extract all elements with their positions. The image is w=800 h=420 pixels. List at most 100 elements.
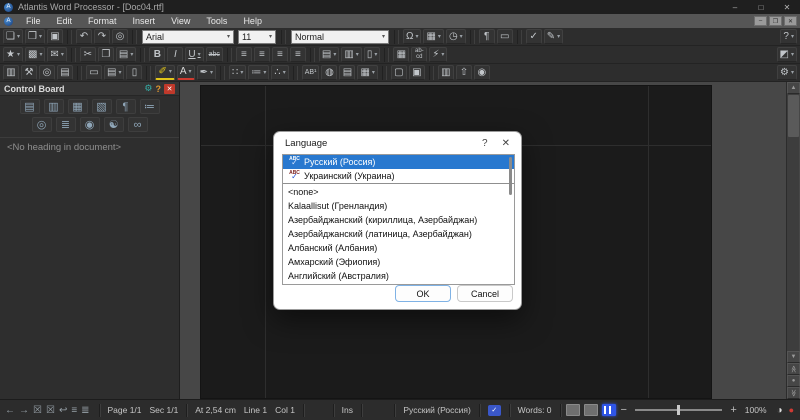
- help-button[interactable]: ?: [780, 29, 797, 44]
- document-backup-button[interactable]: ▯: [363, 47, 381, 62]
- search-pane-button[interactable]: ◉: [79, 117, 100, 132]
- undo-button[interactable]: ↶: [75, 29, 92, 44]
- page-setup-button[interactable]: ▤: [104, 65, 125, 80]
- bold-button[interactable]: B: [149, 47, 166, 62]
- online-view-button[interactable]: [584, 404, 599, 416]
- dialog-close-icon[interactable]: ✕: [502, 138, 510, 149]
- strikethrough-button[interactable]: abc: [205, 47, 223, 62]
- menu-format[interactable]: Format: [80, 14, 125, 28]
- bookmarks-pane-button[interactable]: ▧: [91, 99, 112, 114]
- cut-button[interactable]: ✂: [79, 47, 96, 62]
- vertical-scrollbar[interactable]: ▲ ▼ ≪ ● ≫: [786, 82, 800, 399]
- headings-pane-button[interactable]: ▤: [19, 99, 40, 114]
- language-list-item[interactable]: Амхарский (Эфиопия): [283, 255, 514, 269]
- menu-file[interactable]: File: [18, 14, 49, 28]
- underline-button[interactable]: U: [185, 47, 204, 62]
- mdi-restore-button[interactable]: ❐: [769, 16, 782, 26]
- paste-button[interactable]: ▤: [115, 47, 137, 62]
- save-special-button[interactable]: ▩: [24, 47, 46, 62]
- page-layout-view-button[interactable]: [602, 404, 617, 416]
- print-copy-button[interactable]: ▦: [393, 47, 410, 62]
- paragraph-pane-button[interactable]: ≣: [55, 117, 76, 132]
- mdi-close-button[interactable]: ✕: [784, 16, 797, 26]
- language-list-item[interactable]: Албанский (Албания): [283, 241, 514, 255]
- goto-start-icon[interactable]: ≡: [71, 405, 77, 416]
- draft-view-button[interactable]: [566, 404, 581, 416]
- full-screen-button[interactable]: ▭: [496, 29, 513, 44]
- find-button[interactable]: ◎: [111, 29, 128, 44]
- language-tools-button[interactable]: ✎: [543, 29, 564, 44]
- nav-forward-icon[interactable]: →: [19, 405, 29, 416]
- dialog-help-icon[interactable]: ?: [482, 138, 488, 149]
- new-document-button[interactable]: ❏: [3, 29, 23, 44]
- italic-button[interactable]: I: [167, 47, 184, 62]
- numbering-button[interactable]: ≔: [248, 65, 270, 80]
- panel-help-icon[interactable]: ?: [156, 84, 162, 94]
- scrollbar-thumb[interactable]: [788, 95, 799, 137]
- panel-settings-icon[interactable]: ⚙: [144, 83, 152, 94]
- hyphenation-button[interactable]: ab- cd: [411, 47, 428, 62]
- align-center-button[interactable]: ≡: [253, 47, 270, 62]
- footnote-button[interactable]: AB¹: [301, 65, 320, 80]
- insert-symbol-button[interactable]: Ω: [402, 29, 422, 44]
- font-size-combo[interactable]: 11: [237, 29, 276, 44]
- spellcheck-button[interactable]: ✓: [525, 29, 542, 44]
- bullets-button[interactable]: ∷: [228, 65, 247, 80]
- zoom-in-icon[interactable]: +: [728, 404, 738, 416]
- browse-object-icon[interactable]: ●: [787, 375, 800, 387]
- columns-button[interactable]: ▥: [437, 65, 454, 80]
- spellcheck-indicator-icon[interactable]: ✓: [487, 404, 501, 416]
- send-mail-button[interactable]: ✉: [47, 47, 67, 62]
- menu-tools[interactable]: Tools: [198, 14, 235, 28]
- paste-formatting-button[interactable]: ▥: [341, 47, 362, 62]
- status-page[interactable]: Page 1/1: [107, 405, 141, 415]
- justify-button[interactable]: ≡: [289, 47, 306, 62]
- text-frame-button[interactable]: ▢: [390, 65, 407, 80]
- save-button[interactable]: ▣: [46, 29, 63, 44]
- panel-close-icon[interactable]: ✕: [164, 83, 175, 94]
- fields-pane-button[interactable]: ▦: [67, 99, 88, 114]
- cancel-button[interactable]: Cancel: [457, 285, 513, 302]
- open-document-button[interactable]: ❒: [24, 29, 45, 44]
- language-list-item[interactable]: Английский (Австралия): [283, 269, 514, 283]
- document-properties-button[interactable]: ⚒: [21, 65, 37, 80]
- undo-jump-icon[interactable]: ↩: [59, 405, 67, 416]
- copy-button[interactable]: ❐: [97, 47, 114, 62]
- align-right-button[interactable]: ≡: [271, 47, 288, 62]
- insert-field-button[interactable]: ▤: [339, 65, 356, 80]
- zoom-out-icon[interactable]: −: [618, 404, 628, 416]
- nav-back-icon[interactable]: ←: [5, 405, 15, 416]
- color-theme-button[interactable]: ◩: [776, 47, 797, 62]
- language-list-item[interactable]: Kalaallisut (Гренландия): [283, 199, 514, 213]
- menu-view[interactable]: View: [163, 14, 198, 28]
- redo-button[interactable]: ↷: [93, 29, 110, 44]
- copy-formatting-button[interactable]: ▤: [318, 47, 340, 62]
- clear-marker-icon[interactable]: ☒: [33, 405, 42, 416]
- outline-pane-button[interactable]: ≔: [139, 99, 160, 114]
- screenshot-button[interactable]: ◉: [473, 65, 490, 80]
- insert-object-button[interactable]: ⇧: [455, 65, 472, 80]
- zoom-slider-thumb[interactable]: [676, 405, 680, 415]
- browse-object-button[interactable]: ◍: [321, 65, 338, 80]
- font-name-combo[interactable]: Arial: [141, 29, 234, 44]
- list-scrollbar-thumb[interactable]: [509, 157, 512, 195]
- languages-pane-button[interactable]: ☯: [103, 117, 124, 132]
- next-page-icon[interactable]: ≫: [787, 387, 800, 399]
- backup-copies-button[interactable]: ▥: [3, 65, 19, 80]
- favorites-button[interactable]: ★: [3, 47, 23, 62]
- language-list-item-selected[interactable]: ABC ✓ Русский (Россия): [283, 155, 514, 169]
- previous-page-icon[interactable]: ≪: [787, 363, 800, 375]
- print-button[interactable]: ▤: [57, 65, 73, 80]
- shading-button[interactable]: ▣: [408, 65, 425, 80]
- status-language[interactable]: Русский (Россия): [403, 405, 470, 415]
- styles-pane-button[interactable]: ▥: [43, 99, 64, 114]
- minimize-button[interactable]: –: [722, 0, 748, 14]
- outline-numbering-button[interactable]: ∴: [271, 65, 289, 80]
- scroll-down-icon[interactable]: ▼: [787, 351, 800, 363]
- menu-edit[interactable]: Edit: [49, 14, 81, 28]
- status-section[interactable]: Sec 1/1: [150, 405, 179, 415]
- language-listbox[interactable]: ABC ✓ Русский (Россия) ABC ✓ Украинский (У…: [282, 154, 515, 285]
- autocorrect-button[interactable]: ▦: [423, 29, 444, 44]
- status-position[interactable]: At 2,54 cm: [195, 405, 236, 415]
- maximize-button[interactable]: □: [748, 0, 774, 14]
